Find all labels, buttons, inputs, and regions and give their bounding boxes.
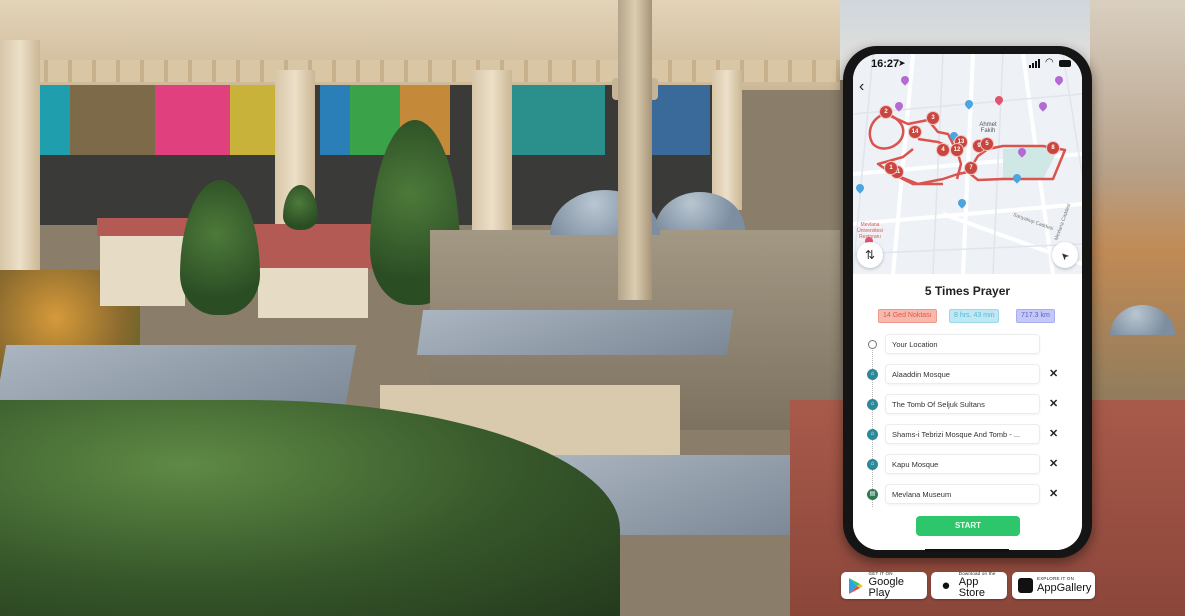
- location-arrow-icon: ➤: [898, 58, 906, 68]
- remove-stop-icon[interactable]: ✕: [1049, 427, 1058, 440]
- remove-stop-icon[interactable]: ✕: [1049, 487, 1058, 500]
- route-stop-marker[interactable]: 14: [909, 126, 921, 138]
- google-play-badge[interactable]: GET IT ON Google Play: [841, 571, 927, 600]
- stop-input[interactable]: Alaaddin Mosque: [885, 364, 1040, 384]
- home-indicator: [925, 549, 1009, 552]
- route-stop-marker[interactable]: 1: [885, 162, 897, 174]
- route-stop-marker[interactable]: 2: [880, 106, 892, 118]
- route-stop-marker[interactable]: 5: [981, 138, 993, 150]
- stop-row: ⌂ Alaaddin Mosque ✕: [853, 364, 1082, 386]
- google-play-icon: [847, 577, 865, 595]
- stop-row: ⌂ Kapu Mosque ✕: [853, 454, 1082, 476]
- stop-input[interactable]: Kapu Mosque: [885, 454, 1040, 474]
- distance-chip: 717.3 km: [1016, 309, 1055, 323]
- stop-input[interactable]: The Tomb Of Seljuk Sultans: [885, 394, 1040, 414]
- background-right: [1090, 0, 1185, 420]
- route-toggle-button[interactable]: ⇅: [857, 242, 883, 268]
- mosque-icon: ⌂: [867, 459, 878, 470]
- remove-stop-icon[interactable]: ✕: [1049, 367, 1058, 380]
- route-panel: 5 Times Prayer 14 Ged Noktası 8 hrs. 43 …: [853, 274, 1082, 550]
- house-roof: [252, 224, 372, 269]
- back-icon[interactable]: ‹: [859, 78, 864, 96]
- mosque-icon: ⌂: [867, 369, 878, 380]
- stop-row: Your Location: [853, 334, 1082, 356]
- locate-me-button[interactable]: ➤: [1052, 242, 1078, 268]
- remove-stop-icon[interactable]: ✕: [1049, 457, 1058, 470]
- start-button[interactable]: START: [916, 516, 1020, 536]
- house-roof: [97, 218, 192, 236]
- apple-icon: ●: [941, 577, 951, 594]
- wifi-icon: ◠: [1045, 57, 1054, 68]
- route-stop-marker[interactable]: 4: [937, 144, 949, 156]
- house-wall: [100, 236, 185, 306]
- start-point-icon: [868, 340, 877, 349]
- navigation-arrow-icon: ➤: [1058, 248, 1072, 262]
- status-bar: 16:27 ➤ ◠: [853, 54, 1082, 72]
- badge-title: AppGallery: [1037, 581, 1092, 594]
- app-store-badge[interactable]: ● Download on the App Store: [931, 571, 1007, 600]
- stop-input[interactable]: Shams-i Tebrizi Mosque And Tomb - ...: [885, 424, 1040, 444]
- minaret: [618, 0, 652, 300]
- stop-row: ⌂ Shams-i Tebrizi Mosque And Tomb - ... …: [853, 424, 1082, 446]
- route-stop-marker[interactable]: 7: [965, 162, 977, 174]
- stop-input[interactable]: Mevlana Museum: [885, 484, 1040, 504]
- status-time: 16:27: [871, 58, 900, 70]
- portico-roof: [416, 310, 734, 355]
- route-stop-marker[interactable]: 3: [927, 112, 939, 124]
- battery-icon: [1059, 60, 1071, 67]
- stop-row: ⌂ The Tomb Of Seljuk Sultans ✕: [853, 394, 1082, 416]
- stops-count-chip: 14 Ged Noktası: [878, 309, 937, 323]
- swap-icon: ⇅: [864, 248, 876, 262]
- mosque-icon: ⌂: [867, 429, 878, 440]
- map-label: Ahmet Fakih: [979, 122, 997, 134]
- route-title: 5 Times Prayer: [924, 284, 1011, 298]
- remove-stop-icon[interactable]: ✕: [1049, 397, 1058, 410]
- column: [712, 70, 742, 210]
- museum-icon: ▤: [867, 489, 878, 500]
- appgallery-badge[interactable]: EXPLORE IT ON AppGallery: [1012, 572, 1095, 599]
- route-stop-marker[interactable]: 12: [951, 144, 963, 156]
- column: [0, 40, 40, 280]
- stop-row: ▤ Mevlana Museum ✕: [853, 484, 1082, 506]
- huawei-icon: [1018, 578, 1033, 593]
- duration-chip: 8 hrs. 43 min: [949, 309, 1000, 323]
- phone-screen: 16:27 ➤ ◠ ‹ Ahmet Fakih Sarıyakup Caddes…: [853, 54, 1082, 550]
- route-stop-marker[interactable]: 8: [1047, 142, 1059, 154]
- stop-input[interactable]: Your Location: [885, 334, 1040, 354]
- mosque-icon: ⌂: [867, 399, 878, 410]
- badge-title: Google Play: [868, 576, 905, 600]
- route-map[interactable]: 16:27 ➤ ◠ ‹ Ahmet Fakih Sarıyakup Caddes…: [853, 54, 1082, 274]
- badge-title: App Store: [958, 576, 986, 600]
- cellular-signal-icon: [1029, 59, 1040, 68]
- house-wall: [258, 268, 368, 318]
